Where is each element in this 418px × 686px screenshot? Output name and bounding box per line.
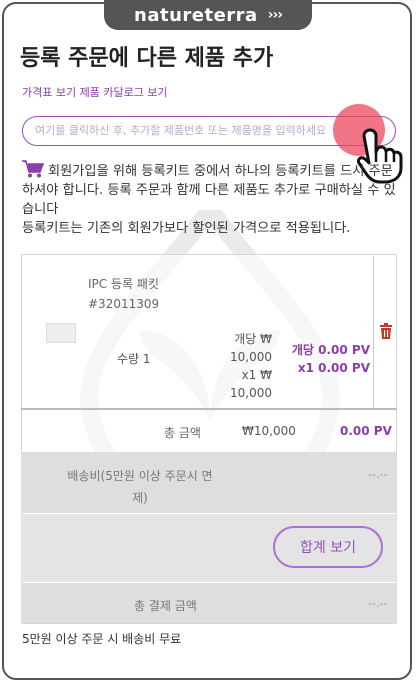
item-pv-line: x1 0.00 PV	[297, 361, 370, 375]
final-row	[21, 583, 397, 623]
page-title: 등록 주문에 다른 제품 추가	[20, 46, 274, 71]
item-name: IPC 등록 패킷	[88, 277, 159, 291]
item-info: IPC 등록 패킷 #32011309	[88, 274, 159, 314]
total-label: 총 금액	[164, 426, 201, 440]
shipping-label: 배송비(5만원 이상 주문시 면 제)	[40, 465, 240, 509]
shipping-label-line2: 제)	[132, 491, 148, 505]
item-line-price: x1 ₩ 10,000	[230, 368, 272, 400]
total-amount: ₩10,000	[242, 424, 296, 438]
item-code: #32011309	[88, 297, 160, 311]
divider	[373, 256, 374, 408]
brand-name: natureterra	[134, 4, 258, 26]
final-total-label: 총 결제 금액	[134, 599, 197, 613]
item-unit-price-label: 개당 ₩	[234, 332, 272, 346]
item-thumbnail	[46, 323, 76, 343]
chevron-right-icon: ›››	[267, 7, 283, 23]
trash-icon[interactable]	[379, 323, 393, 339]
notice-discount-text: 등록키트는 기존의 회원가보다 할인된 가격으로 적용됩니다.	[22, 221, 351, 236]
item-unit-price-value: 10,000	[230, 350, 272, 364]
notice-text: 회원가입을 위해 등록키트 중에서 하나의 등록키트를 드시 주문하셔야 합니다…	[22, 164, 396, 217]
registration-notice: 회원가입을 위해 등록키트 중에서 하나의 등록키트를 드시 주문하셔야 합니다…	[22, 160, 398, 238]
item-pv-unit: 개당 0.00 PV	[291, 343, 370, 357]
item-pv: 개당 0.00 PV x1 0.00 PV	[288, 341, 370, 377]
shipping-label-line1: 배송비(5만원 이상 주문시 면	[67, 469, 213, 483]
final-total-value: --.--	[368, 597, 388, 610]
shipping-value: --.--	[368, 468, 388, 481]
item-price: 개당 ₩ 10,000 x1 ₩ 10,000	[200, 330, 272, 402]
cart-icon	[22, 160, 44, 178]
free-shipping-note: 5만원 이상 주문 시 배송비 무료	[22, 632, 182, 646]
item-quantity: 수량 1	[117, 352, 151, 366]
view-sum-button[interactable]: 합계 보기	[273, 526, 383, 568]
total-pv: 0.00 PV	[340, 424, 392, 438]
catalog-link[interactable]: 가격표 보기 제품 카달로그 보기	[22, 84, 168, 100]
brand-tab[interactable]: natureterra ›››	[104, 0, 312, 30]
